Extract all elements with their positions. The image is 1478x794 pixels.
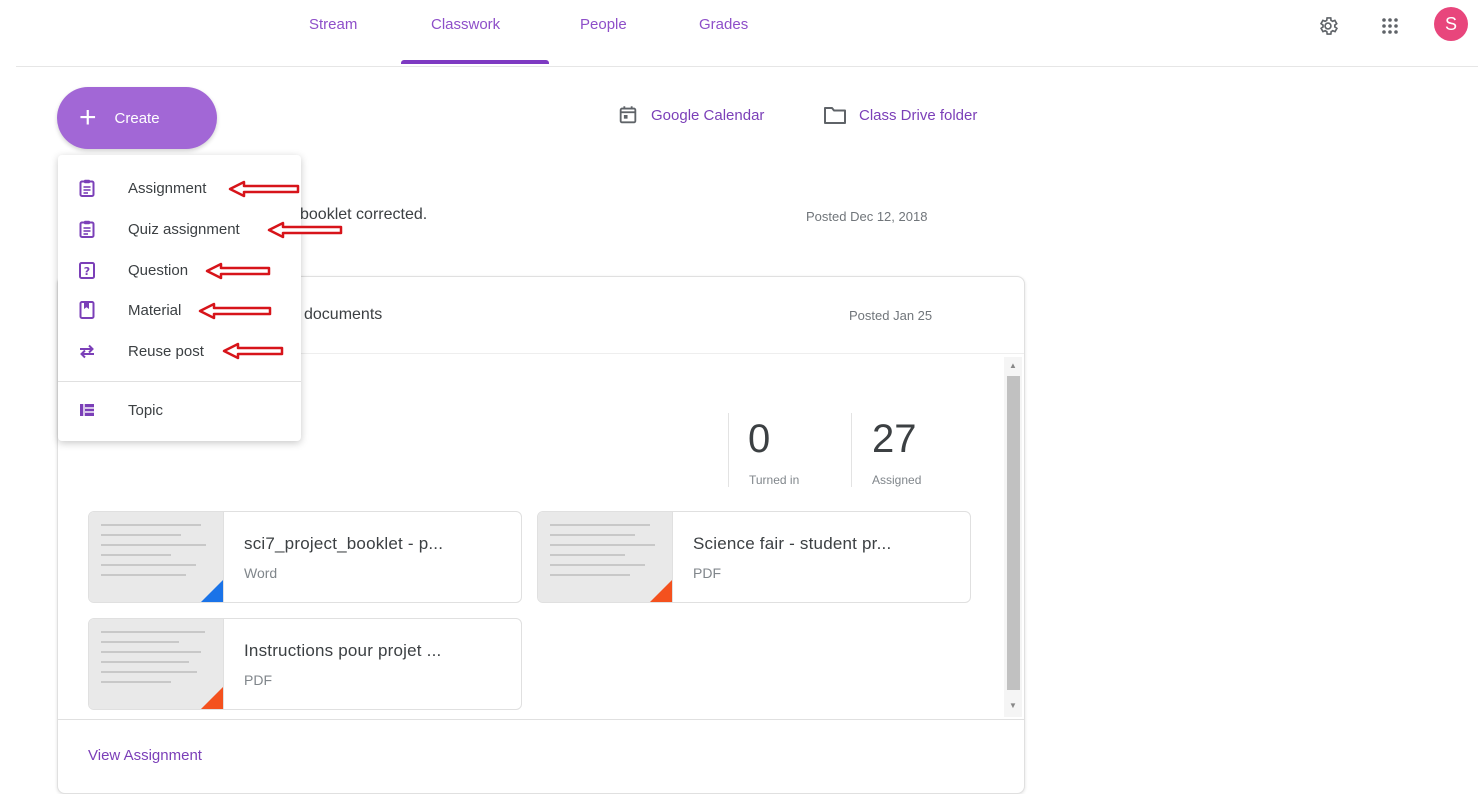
- annotation-arrow: [198, 302, 272, 320]
- annotation-arrow: [267, 221, 343, 239]
- quiz-assignment-icon: [78, 220, 96, 238]
- create-button[interactable]: + Create: [57, 87, 217, 149]
- menu-item-label: Topic: [128, 401, 164, 419]
- attachment-title: sci7_project_booklet - p...: [244, 534, 444, 553]
- apps-grid-icon[interactable]: [1376, 12, 1404, 40]
- google-calendar-label: Google Calendar: [651, 106, 765, 124]
- menu-item-topic[interactable]: Topic: [58, 391, 301, 429]
- menu-item-label: Question: [128, 261, 189, 279]
- assignment-icon: [78, 179, 96, 197]
- svg-text:?: ?: [84, 265, 90, 278]
- settings-icon[interactable]: [1314, 12, 1342, 40]
- assignment-title[interactable]: documents: [304, 306, 382, 324]
- attachment-type: Word: [244, 565, 278, 581]
- question-icon: ?: [78, 261, 96, 279]
- attachment-card[interactable]: sci7_project_booklet - p... Word: [88, 511, 522, 603]
- menu-item-label: Quiz assignment: [128, 220, 240, 238]
- plus-icon: +: [79, 101, 97, 134]
- divider: [851, 413, 852, 487]
- annotation-arrow: [228, 180, 300, 198]
- divider: [728, 413, 729, 487]
- scroll-up-arrow[interactable]: ▲: [1009, 361, 1017, 370]
- menu-item-label: Material: [128, 301, 182, 319]
- view-assignment-link[interactable]: View Assignment: [88, 747, 202, 764]
- posted-date: Posted Jan 25: [849, 308, 933, 323]
- attachment-title: Science fair - student pr...: [693, 534, 892, 553]
- header-divider: [16, 66, 1478, 67]
- annotation-arrow: [222, 342, 284, 360]
- pdf-file-icon: [201, 687, 223, 709]
- tab-classwork[interactable]: Classwork: [431, 16, 500, 33]
- avatar[interactable]: S: [1434, 7, 1468, 41]
- attachment-card[interactable]: Instructions pour projet ... PDF: [88, 618, 522, 710]
- topic-icon: [78, 401, 96, 419]
- class-drive-folder-label: Class Drive folder: [859, 106, 978, 124]
- class-drive-folder-link[interactable]: Class Drive folder: [823, 104, 977, 126]
- assigned-count: 27: [872, 417, 917, 461]
- turned-in-count: 0: [748, 417, 771, 461]
- calendar-icon: [619, 106, 637, 124]
- active-tab-indicator: [401, 60, 549, 64]
- menu-divider: [58, 381, 301, 382]
- folder-icon: [824, 107, 846, 124]
- create-button-label: Create: [114, 109, 160, 127]
- attachment-type: PDF: [244, 672, 272, 688]
- menu-item-label: Reuse post: [128, 342, 204, 360]
- tab-stream[interactable]: Stream: [309, 16, 357, 33]
- turned-in-label: Turned in: [749, 473, 800, 487]
- annotation-arrow: [205, 262, 271, 280]
- attachment-type: PDF: [693, 565, 721, 581]
- posted-date: Posted Dec 12, 2018: [806, 209, 928, 224]
- material-icon: [78, 301, 96, 319]
- menu-item-label: Assignment: [128, 179, 207, 197]
- google-calendar-link[interactable]: Google Calendar: [617, 104, 764, 126]
- tab-people[interactable]: People: [580, 16, 627, 33]
- tab-grades[interactable]: Grades: [699, 16, 748, 33]
- scrollbar-thumb[interactable]: [1007, 376, 1020, 690]
- menu-item-quiz-assignment[interactable]: Quiz assignment: [58, 210, 301, 248]
- attachment-title: Instructions pour projet ...: [244, 641, 442, 660]
- assigned-label: Assigned: [872, 473, 922, 487]
- word-file-icon: [201, 580, 223, 602]
- reuse-post-icon: [78, 342, 96, 360]
- divider: [58, 719, 1024, 720]
- attachment-card[interactable]: Science fair - student pr... PDF: [537, 511, 971, 603]
- scroll-down-arrow[interactable]: ▼: [1009, 701, 1017, 710]
- pdf-file-icon: [650, 580, 672, 602]
